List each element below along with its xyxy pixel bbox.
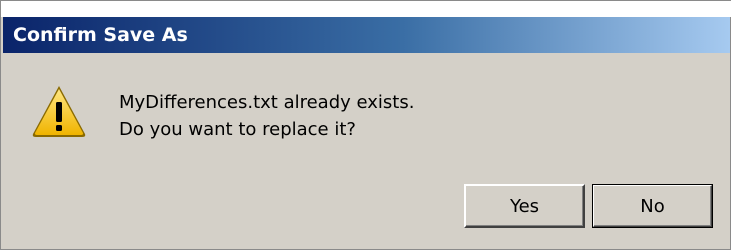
- warning-icon: [32, 86, 86, 137]
- confirm-save-as-dialog: Confirm Save As MyDifferences.txt alread…: [0, 0, 731, 250]
- message-line-2: Do you want to replace it?: [119, 119, 356, 140]
- window-title: Confirm Save As: [13, 24, 188, 46]
- title-bar[interactable]: Confirm Save As: [3, 17, 730, 53]
- yes-button[interactable]: Yes: [464, 184, 585, 228]
- message-line-1: MyDifferences.txt already exists.: [119, 92, 415, 113]
- top-edge: [1, 1, 731, 17]
- message-text: MyDifferences.txt already exists. Do you…: [119, 89, 414, 143]
- no-button[interactable]: No: [592, 184, 713, 228]
